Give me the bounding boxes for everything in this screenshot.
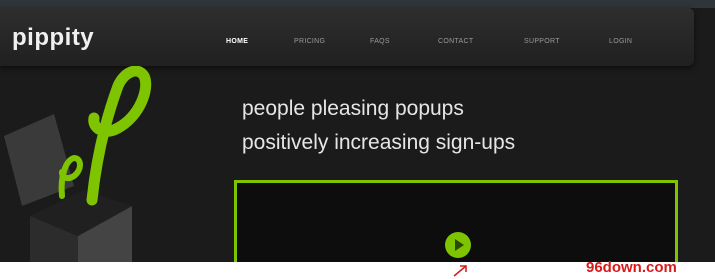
play-icon[interactable] [445,232,471,258]
p-swirl-small [58,154,83,199]
watermark: 96down.com [586,259,677,276]
nav-support-link[interactable]: SUPPORT [524,38,609,50]
nav-pricing-link[interactable]: PRICING [294,38,370,50]
nav-contact-link[interactable]: CONTACT [438,38,524,50]
headline-line-1: people pleasing popups [242,97,464,120]
cursor-arrow-icon [453,265,467,277]
p-swirl-large [86,66,152,206]
nav-login-link[interactable]: LOGIN [609,38,649,50]
logo[interactable]: pippity [12,24,94,52]
navbar: pippity HOME PRICING FAQS CONTACT SUPPOR… [0,8,694,66]
window-top-strip [0,0,715,8]
gift-box-logo-graphic [4,66,152,279]
hero-headline: people pleasing popups positively increa… [242,92,515,160]
nav-faqs-link[interactable]: FAQS [370,38,438,50]
nav-links: HOME PRICING FAQS CONTACT SUPPORT LOGIN [226,38,649,50]
headline-line-2: positively increasing sign-ups [242,131,516,154]
nav-home-link[interactable]: HOME [226,38,294,50]
